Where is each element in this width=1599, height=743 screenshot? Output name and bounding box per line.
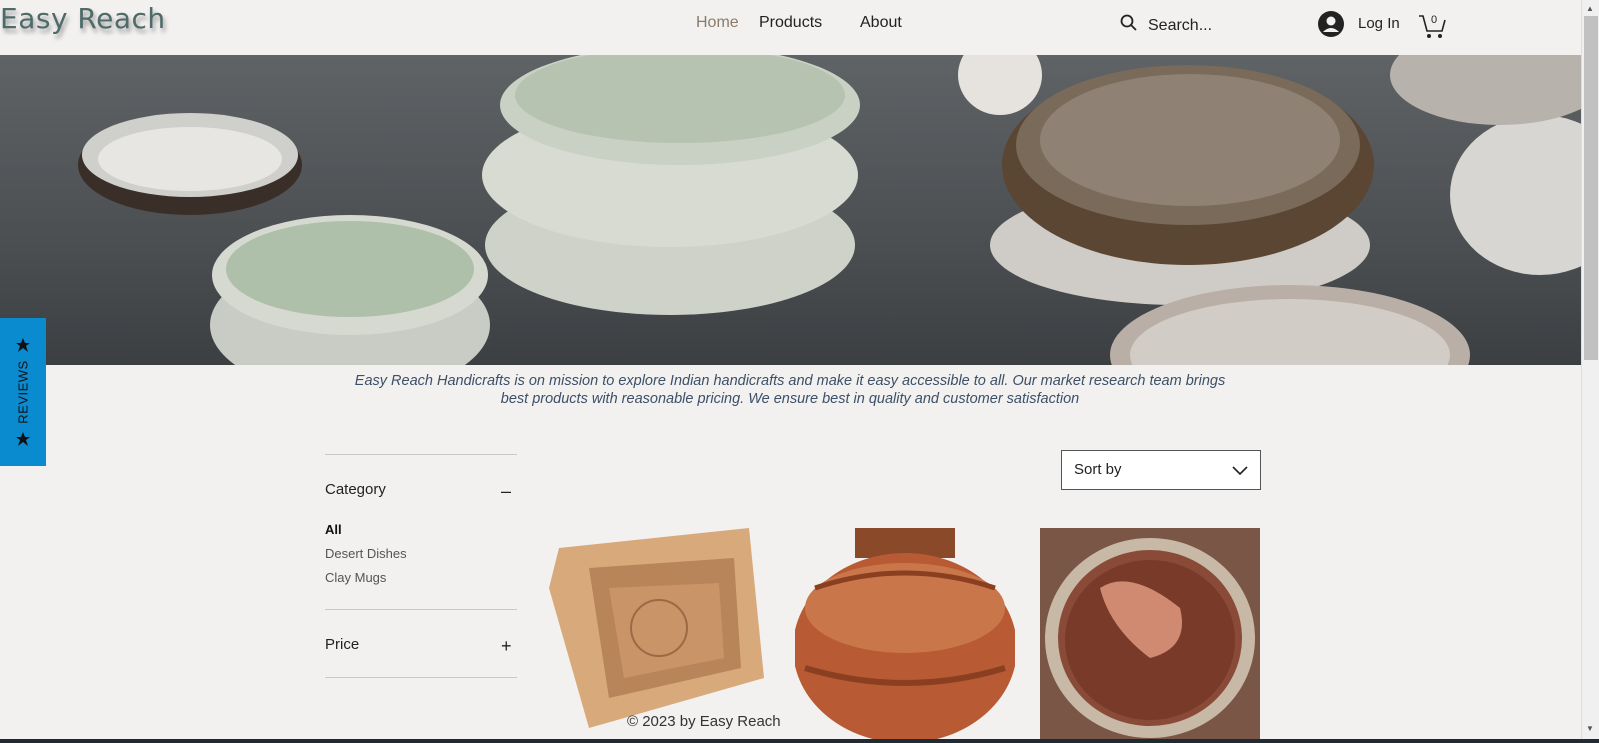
sort-label: Sort by (1074, 461, 1122, 478)
chevron-down-icon (1232, 466, 1248, 476)
scroll-up-arrow-icon[interactable]: ▲ (1586, 4, 1594, 13)
product-card[interactable] (1040, 528, 1260, 743)
bottom-bar (0, 739, 1599, 743)
product-card[interactable] (795, 528, 1015, 743)
search-icon[interactable] (1120, 14, 1138, 32)
search-input[interactable] (1148, 16, 1278, 36)
category-item-desert-dishes[interactable]: Desert Dishes (325, 546, 407, 561)
search-bar[interactable] (1120, 14, 1290, 38)
price-expand-toggle[interactable]: + (501, 637, 512, 655)
nav-home-link[interactable]: Home (696, 14, 739, 32)
login-button[interactable]: Log In (1317, 10, 1417, 40)
divider (325, 677, 517, 678)
user-avatar-icon (1318, 11, 1344, 37)
category-filter-title[interactable]: Category (325, 481, 386, 498)
tagline-line-1: Easy Reach Handicrafts is on mission to … (354, 373, 1226, 389)
cart-button[interactable]: 0 (1418, 12, 1448, 40)
hero-banner (0, 55, 1581, 365)
nav-about-link[interactable]: About (860, 14, 902, 32)
category-item-clay-mugs[interactable]: Clay Mugs (325, 570, 386, 585)
terracotta-pot-image (795, 528, 1015, 743)
reviews-tab-label: REVIEWS (15, 360, 31, 424)
category-item-all[interactable]: All (325, 522, 342, 537)
page-scrollbar[interactable]: ▲ ▼ (1581, 0, 1599, 739)
sort-dropdown[interactable]: Sort by (1061, 450, 1261, 490)
square-clay-dish-image (549, 528, 764, 728)
tagline-line-2: best products with reasonable pricing. W… (500, 391, 1080, 407)
category-collapse-toggle[interactable]: – (501, 482, 511, 500)
price-filter-title[interactable]: Price (325, 636, 359, 653)
product-card[interactable] (549, 528, 769, 743)
nav-products-link[interactable]: Products (759, 14, 822, 32)
scrollbar-thumb[interactable] (1584, 16, 1598, 360)
footer-copyright: © 2023 by Easy Reach (627, 713, 781, 730)
tagline: Easy Reach Handicrafts is on mission to … (300, 372, 1280, 408)
divider (325, 609, 517, 610)
star-icon (16, 432, 30, 446)
reviews-tab[interactable]: REVIEWS (0, 318, 46, 466)
scroll-down-arrow-icon[interactable]: ▼ (1586, 724, 1594, 733)
clay-bowl-image (1040, 528, 1260, 743)
login-label[interactable]: Log In (1358, 15, 1400, 32)
site-logo[interactable]: Easy Reach (0, 2, 166, 35)
ceramic-bowls-image (78, 55, 1581, 365)
divider (325, 454, 517, 455)
star-icon (16, 338, 30, 352)
cart-count: 0 (1431, 14, 1438, 26)
site-header: Easy Reach Home Products About Log In 0 (0, 0, 1581, 55)
